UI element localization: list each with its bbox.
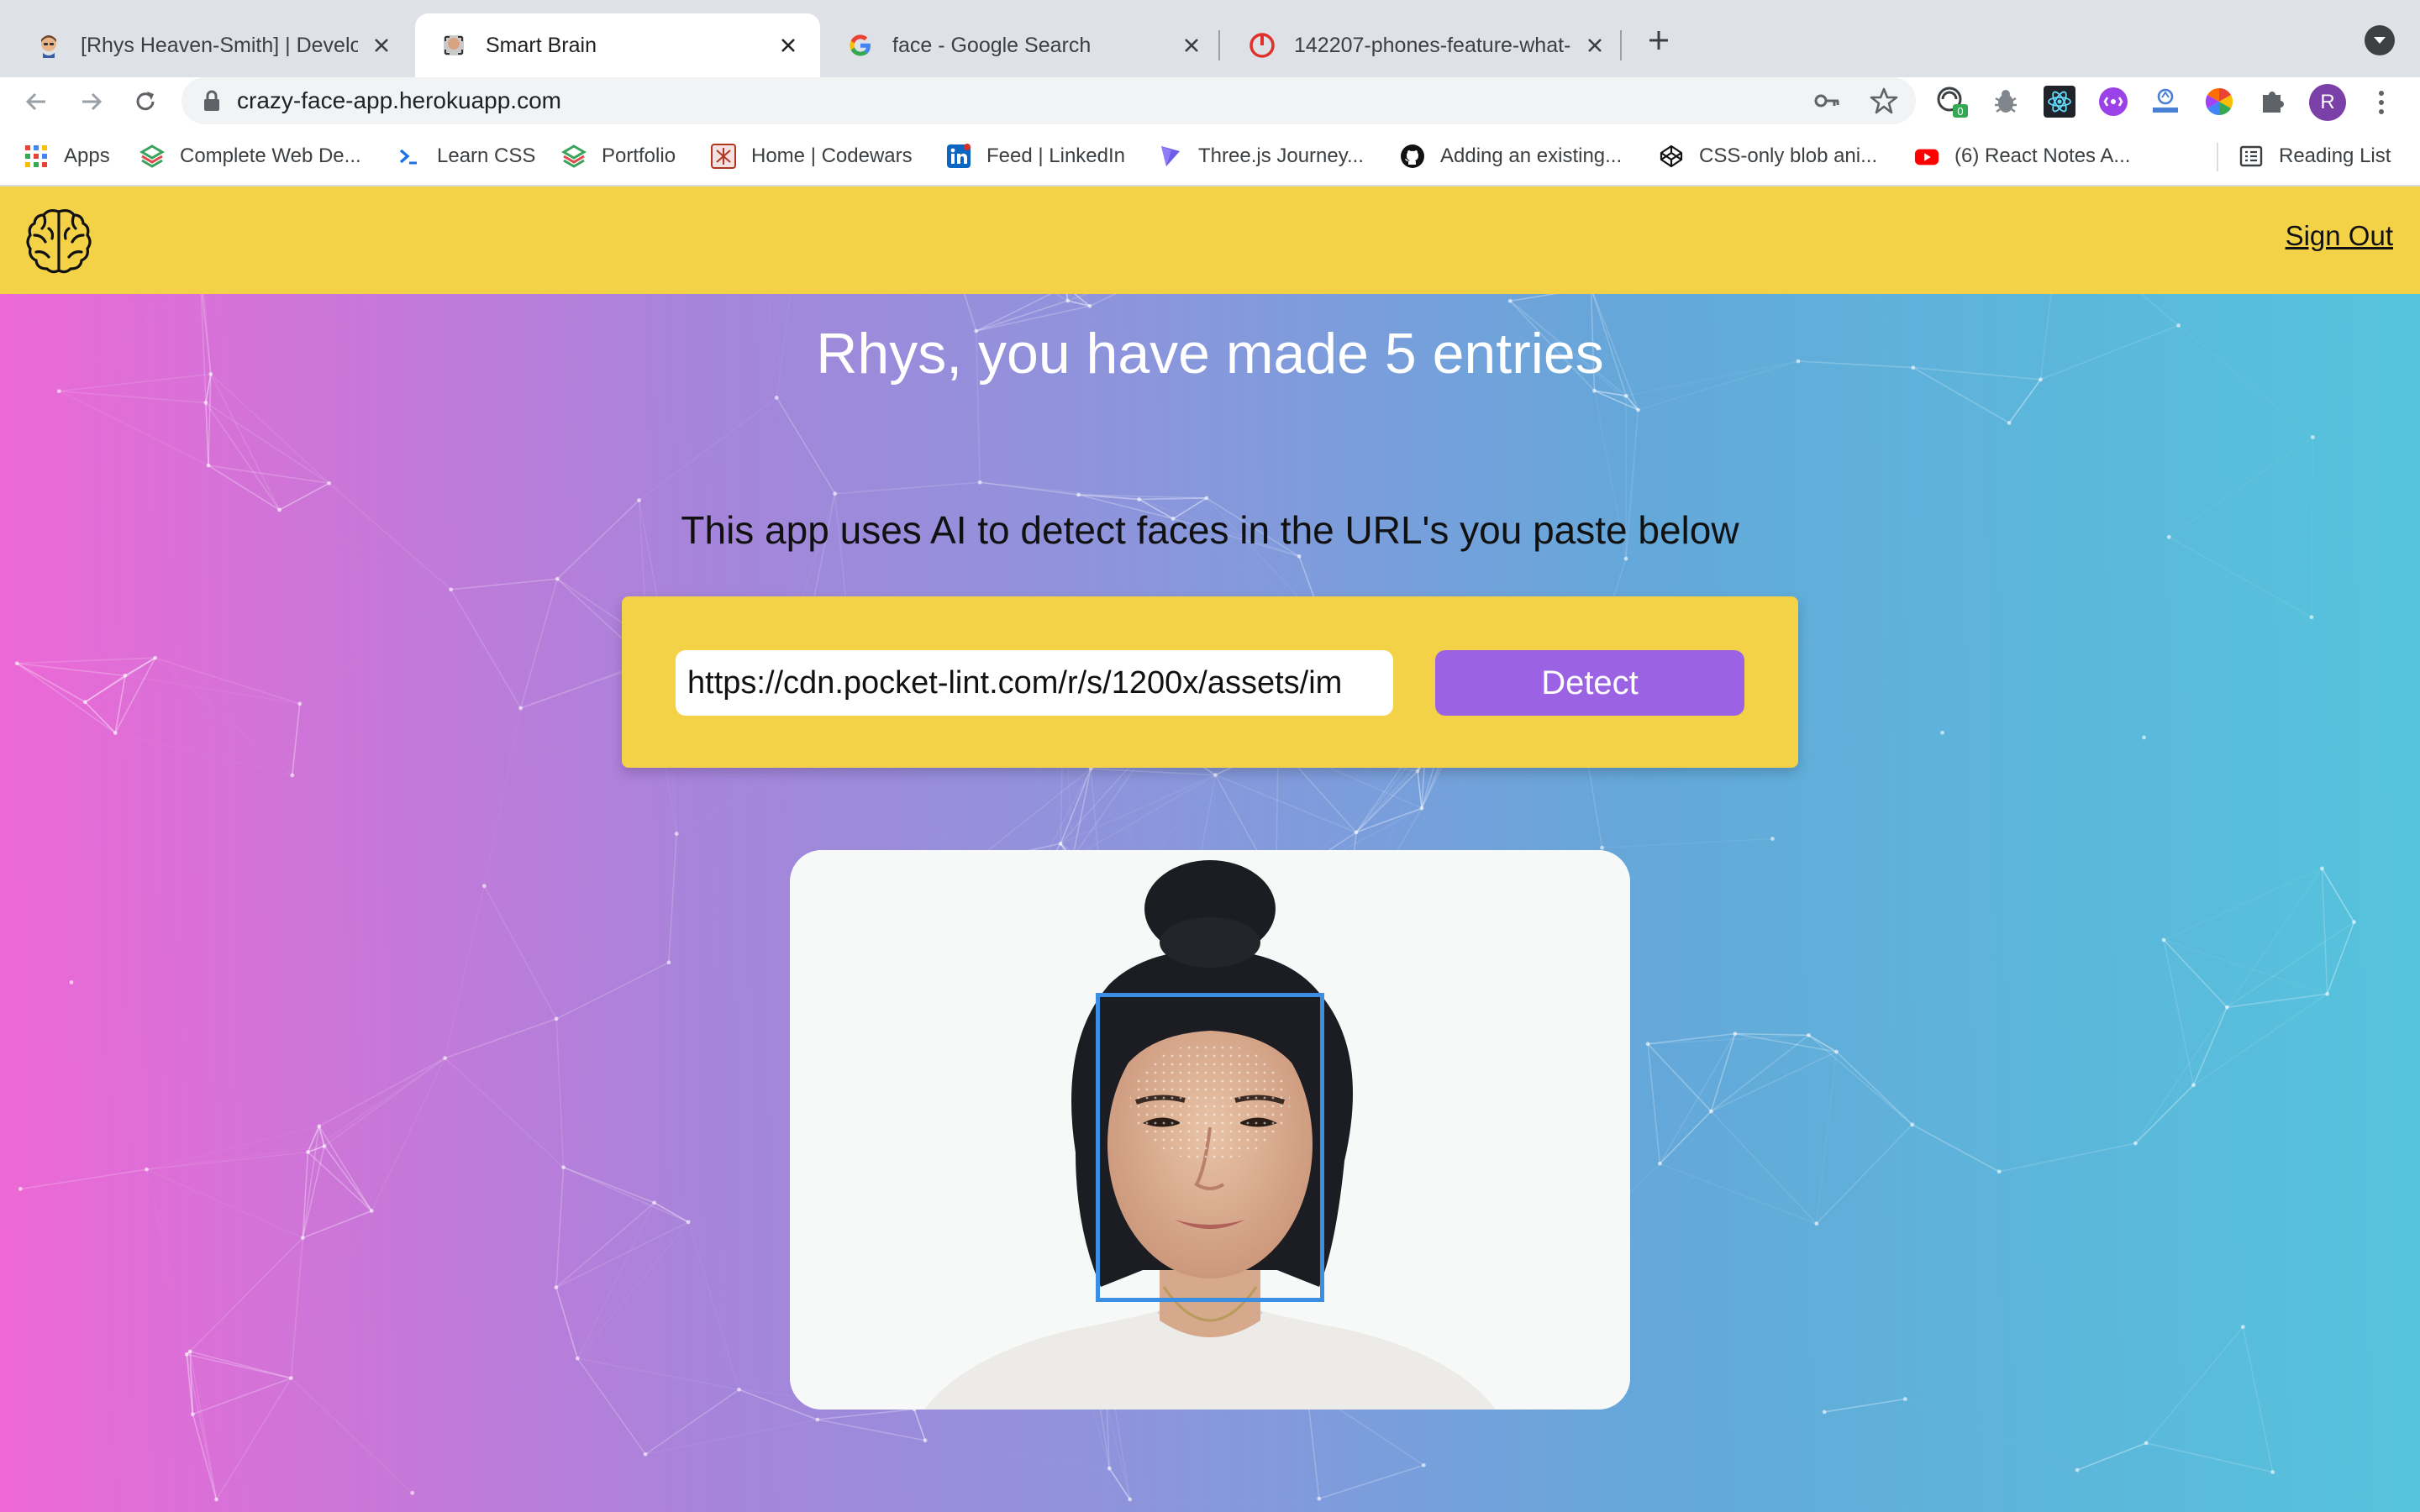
reading-list-icon	[2238, 144, 2264, 169]
tab-separator	[1620, 30, 1622, 60]
bookmark-label: Adding an existing...	[1440, 144, 1623, 167]
tab-title: [Rhys Heaven-Smith] | Develop	[81, 33, 358, 57]
github-icon	[1400, 144, 1425, 169]
bookmark-label: (6) React Notes A...	[1954, 144, 2131, 167]
bookmark-learn-css[interactable]: Learn CSS	[397, 126, 535, 186]
page-viewport: Sign Out Rhys, you have made 5 entries T…	[0, 186, 2420, 1512]
codewars-icon	[711, 144, 736, 169]
password-key-icon[interactable]	[1812, 86, 1842, 116]
tab-pocket-lint[interactable]: 142207-phones-feature-what-	[1223, 13, 1627, 77]
avatar-favicon-icon	[35, 32, 62, 59]
smart-brain-favicon-icon	[440, 32, 467, 59]
bookmark-label: Apps	[64, 144, 110, 167]
codepen-icon	[1659, 144, 1684, 169]
address-bar[interactable]: crazy-face-app.herokuapp.com	[182, 77, 1916, 124]
face-bounding-box	[1096, 993, 1324, 1302]
tab-close-icon[interactable]	[773, 30, 803, 60]
profile-avatar[interactable]: R	[2309, 84, 2346, 121]
brain-logo-icon[interactable]	[24, 205, 94, 276]
translate-extension-icon[interactable]	[2148, 84, 2183, 119]
app-navbar: Sign Out	[0, 186, 2420, 294]
youtube-icon	[1914, 144, 1939, 169]
browser-toolbar: crazy-face-app.herokuapp.com 0 R	[0, 77, 2420, 126]
bookmarks-bar: Apps Complete Web De... Learn CSS Portfo…	[0, 126, 2420, 186]
tab-separator	[1218, 30, 1220, 60]
bookmark-label: Home | Codewars	[751, 144, 913, 167]
reading-list-label: Reading List	[2279, 144, 2391, 167]
layers-icon	[139, 144, 165, 169]
bookmark-apps[interactable]: Apps	[24, 126, 110, 186]
reload-icon[interactable]	[124, 81, 166, 123]
face-image-card	[790, 850, 1630, 1410]
bookmark-react-notes[interactable]: (6) React Notes A...	[1914, 126, 2130, 186]
extension-badge-count: 0	[1957, 105, 1963, 118]
bookmark-label: CSS-only blob ani...	[1699, 144, 1878, 167]
terminal-icon	[397, 144, 422, 169]
image-link-form: https://cdn.pocket-lint.com/r/s/1200x/as…	[622, 596, 1798, 768]
bookmark-star-icon[interactable]	[1869, 86, 1899, 116]
entries-count-heading: Rhys, you have made 5 entries	[816, 322, 1604, 386]
bookmark-css-blob[interactable]: CSS-only blob ani...	[1659, 126, 1877, 186]
back-arrow-icon[interactable]	[15, 81, 57, 123]
lock-icon[interactable]	[200, 89, 224, 113]
tab-close-icon[interactable]	[366, 30, 397, 60]
apps-grid-icon	[24, 144, 49, 169]
tab-strip: [Rhys Heaven-Smith] | Develop Smart Brai…	[0, 0, 2420, 77]
bookmark-label: Three.js Journey...	[1198, 144, 1364, 167]
tab-close-icon[interactable]	[1580, 30, 1610, 60]
url-text[interactable]: crazy-face-app.herokuapp.com	[237, 77, 561, 124]
tab-title: face - Google Search	[892, 33, 1092, 57]
sign-out-link[interactable]: Sign Out	[2286, 220, 2393, 252]
tab-close-icon[interactable]	[1176, 30, 1207, 60]
bookmark-label: Portfolio	[602, 144, 676, 167]
reading-list[interactable]: Reading List	[2238, 126, 2391, 186]
extension-tracker-icon[interactable]: 0	[1934, 84, 1970, 119]
tab-search-chevron-icon[interactable]	[2365, 25, 2395, 55]
bookmark-codewars[interactable]: Home | Codewars	[711, 126, 913, 186]
bookmark-complete-web-dev[interactable]: Complete Web De...	[139, 126, 361, 186]
color-picker-extension-icon[interactable]	[2202, 84, 2237, 119]
react-devtools-icon[interactable]	[2042, 84, 2077, 119]
bookmark-label: Feed | LinkedIn	[986, 144, 1126, 167]
tab-title: Smart Brain	[486, 33, 597, 57]
bookmark-github[interactable]: Adding an existing...	[1400, 126, 1622, 186]
threejs-icon	[1158, 144, 1183, 169]
forward-arrow-icon[interactable]	[71, 81, 113, 123]
tab-smart-brain[interactable]: Smart Brain	[415, 13, 820, 77]
bookmark-threejs-journey[interactable]: Three.js Journey...	[1158, 126, 1364, 186]
tab-developer-portfolio[interactable]: [Rhys Heaven-Smith] | Develop	[10, 13, 413, 77]
bookmark-linkedin[interactable]: Feed | LinkedIn	[946, 126, 1125, 186]
tab-google-search[interactable]: face - Google Search	[822, 13, 1223, 77]
google-favicon-icon	[847, 32, 874, 59]
extensions-puzzle-icon[interactable]	[2255, 84, 2291, 119]
browser-menu-kebab-icon[interactable]	[2368, 84, 2395, 121]
pocket-lint-favicon-icon	[1249, 32, 1276, 59]
bookmark-portfolio[interactable]: Portfolio	[561, 126, 676, 186]
linkedin-icon	[946, 144, 971, 169]
intro-text: This app uses AI to detect faces in the …	[681, 508, 1739, 552]
layers-icon	[561, 144, 587, 169]
bookmark-label: Learn CSS	[437, 144, 536, 167]
bug-extension-icon[interactable]	[1988, 84, 2023, 119]
image-url-input[interactable]: https://cdn.pocket-lint.com/r/s/1200x/as…	[676, 650, 1393, 716]
bookmark-label: Complete Web De...	[180, 144, 361, 167]
detect-button[interactable]: Detect	[1435, 650, 1744, 716]
new-tab-plus-icon[interactable]	[1640, 22, 1677, 59]
redux-extension-icon[interactable]	[2096, 84, 2131, 119]
tab-title: 142207-phones-feature-what-	[1294, 33, 1571, 57]
bookmarks-separator	[2217, 143, 2218, 171]
